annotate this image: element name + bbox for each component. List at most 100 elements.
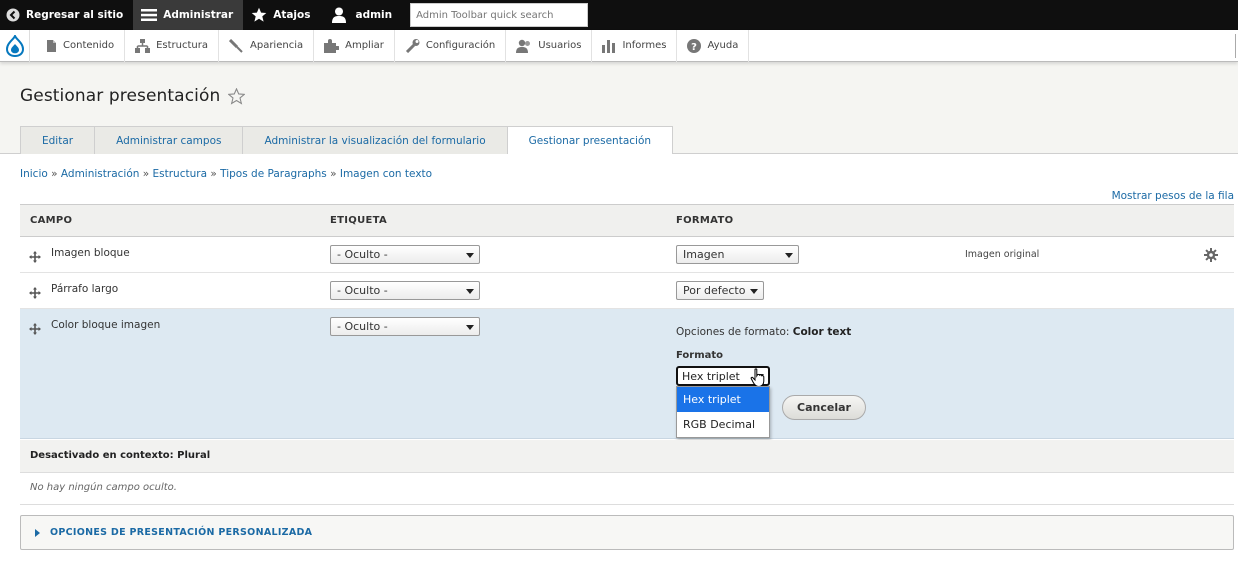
drag-handle-icon[interactable]	[29, 284, 41, 299]
menu-item-structure[interactable]: Estructura	[125, 29, 219, 62]
label-display-value: - Oculto -	[337, 320, 388, 333]
menu-item-help[interactable]: ? Ayuda	[677, 29, 750, 62]
menu-item-reports[interactable]: Informes	[592, 29, 678, 62]
menu-item-reports-label: Informes	[622, 40, 667, 51]
field-name: Imagen bloque	[51, 247, 130, 259]
tab-manage-form-display[interactable]: Administrar la visualización del formula…	[242, 126, 508, 154]
label-display-select[interactable]: - Oculto -	[330, 281, 480, 300]
users-icon	[516, 39, 532, 53]
breadcrumb-link-structure[interactable]: Estructura	[153, 168, 208, 180]
tab-edit[interactable]: Editar	[20, 126, 96, 154]
chevron-left-icon	[6, 8, 20, 22]
back-to-site-link[interactable]: Regresar al sitio	[0, 0, 133, 30]
manage-menu-button[interactable]: Administrar	[133, 0, 244, 30]
empty-message: No hay ningún campo oculto.	[30, 482, 177, 493]
breadcrumb-link-paragraph-types[interactable]: Tipos de Paragraphs	[220, 168, 327, 180]
caret-right-icon	[35, 528, 40, 537]
user-icon	[332, 7, 347, 23]
menu-item-configuration[interactable]: Configuración	[395, 29, 507, 62]
breadcrumb-separator: »	[210, 168, 221, 180]
chevron-down-icon	[785, 253, 793, 258]
label-display-value: - Oculto -	[337, 248, 388, 261]
svg-text:?: ?	[692, 42, 698, 53]
format-options-heading: Opciones de formato: Color text	[676, 326, 851, 338]
format-options-name: Color text	[792, 326, 852, 338]
format-type-value: Hex triplet	[682, 369, 740, 383]
paintbrush-icon	[229, 38, 244, 53]
bar-chart-icon	[602, 39, 616, 53]
shortcuts-button[interactable]: Atajos	[243, 0, 320, 30]
menu-item-content-label: Contenido	[63, 40, 115, 51]
chevron-down-icon	[750, 289, 758, 294]
menu-item-help-label: Ayuda	[707, 40, 739, 51]
menu-item-configuration-label: Configuración	[425, 40, 496, 51]
tab-manage-display[interactable]: Gestionar presentación	[506, 126, 674, 154]
breadcrumb-separator: »	[330, 168, 340, 180]
gear-icon[interactable]	[1204, 247, 1218, 266]
shortcut-star-icon[interactable]	[228, 87, 246, 105]
admin-quick-search-input[interactable]	[410, 3, 589, 27]
breadcrumb-link-image-with-text[interactable]: Imagen con texto	[340, 168, 432, 180]
breadcrumb-separator: »	[142, 168, 153, 180]
page-title: Gestionar presentación	[20, 86, 221, 106]
admin-menu-tray: Contenido Estructura Apariencia Ampliar …	[0, 29, 1238, 62]
column-header-field: CAMPO	[30, 215, 73, 226]
field-name: Párrafo largo	[51, 283, 119, 295]
cancel-button[interactable]: Cancelar	[782, 395, 866, 420]
menu-item-appearance[interactable]: Apariencia	[219, 29, 315, 62]
format-select[interactable]: Por defecto	[676, 281, 764, 300]
menu-item-people-label: Usuarios	[538, 40, 582, 51]
breadcrumb-link-administration[interactable]: Administración	[61, 168, 140, 180]
dropdown-option-rgb-decimal[interactable]: RGB Decimal	[677, 412, 769, 437]
chevron-down-icon	[466, 325, 474, 330]
structure-icon	[135, 38, 151, 53]
chevron-down-icon	[466, 289, 474, 294]
shortcuts-label: Atajos	[273, 9, 311, 21]
format-value: Por defecto	[683, 284, 746, 297]
show-row-weights-link[interactable]: Mostrar pesos de la fila	[1112, 190, 1234, 202]
menu-item-people[interactable]: Usuarios	[506, 29, 593, 62]
puzzle-icon	[324, 38, 340, 53]
breadcrumb-link-home[interactable]: Inicio	[20, 168, 48, 180]
format-summary: Imagen original	[965, 249, 1040, 260]
drag-handle-icon[interactable]	[29, 248, 41, 263]
custom-display-settings-toggle[interactable]: OPCIONES DE PRESENTACIÓN PERSONALIZADA	[20, 515, 1234, 550]
hamburger-icon	[141, 8, 158, 22]
table-header: CAMPO ETIQUETA FORMATO	[20, 204, 1234, 237]
label-display-select[interactable]: - Oculto -	[330, 245, 480, 264]
wrench-icon	[405, 38, 420, 53]
menu-item-appearance-label: Apariencia	[250, 40, 304, 51]
breadcrumb: Inicio » Administración » Estructura » T…	[20, 168, 432, 180]
drupal-logo-icon[interactable]	[0, 29, 30, 62]
menu-item-extend[interactable]: Ampliar	[314, 29, 395, 62]
primary-tabs: Editar Administrar campos Administrar la…	[20, 126, 674, 154]
table-row: Imagen bloque - Oculto - Imagen Imagen o…	[20, 237, 1234, 273]
format-value: Imagen	[683, 248, 725, 261]
drag-handle-icon[interactable]	[29, 320, 41, 335]
format-type-dropdown: Hex triplet RGB Decimal	[676, 386, 770, 438]
breadcrumb-separator: »	[51, 168, 61, 180]
tab-manage-fields[interactable]: Administrar campos	[94, 126, 244, 154]
manage-label: Administrar	[163, 9, 234, 21]
page-header: Gestionar presentación	[20, 86, 246, 106]
back-to-site-label: Regresar al sitio	[26, 9, 124, 21]
field-display-table: CAMPO ETIQUETA FORMATO Imagen bloque - O…	[20, 204, 1234, 439]
label-display-select[interactable]: - Oculto -	[330, 317, 480, 336]
user-menu-button[interactable]: admin	[320, 0, 402, 30]
format-options-prefix: Opciones de formato:	[676, 326, 793, 338]
help-icon: ?	[687, 38, 702, 53]
table-row-editing: Color bloque imagen - Oculto - Opciones …	[20, 309, 1234, 439]
star-icon	[251, 7, 267, 23]
user-label: admin	[355, 9, 393, 21]
menu-item-extend-label: Ampliar	[345, 40, 384, 51]
disabled-region-header: Desactivado en contexto: Plural	[20, 440, 1234, 473]
table-row: Párrafo largo - Oculto - Por defecto	[20, 273, 1234, 309]
label-display-value: - Oculto -	[337, 284, 388, 297]
dropdown-option-hex-triplet[interactable]: Hex triplet	[677, 387, 769, 412]
menu-item-content[interactable]: Contenido	[30, 29, 126, 62]
field-name: Color bloque imagen	[51, 319, 161, 331]
format-select[interactable]: Imagen	[676, 245, 799, 264]
format-field-label: Formato	[676, 350, 724, 361]
chevron-down-icon	[466, 253, 474, 258]
file-icon	[46, 39, 57, 53]
